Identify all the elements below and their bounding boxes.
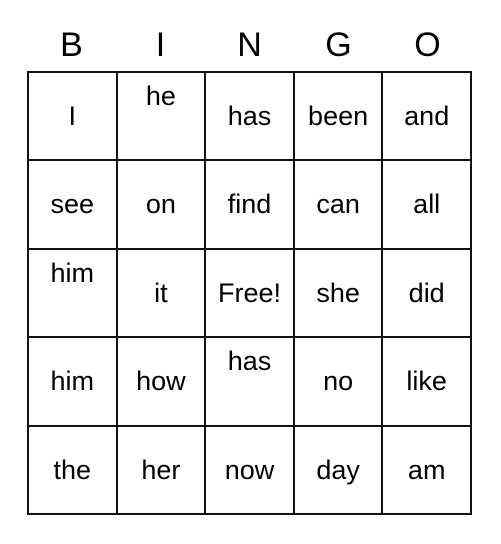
bingo-cell-label: has	[227, 346, 272, 377]
bingo-cell-label: he	[145, 81, 176, 111]
bingo-cell[interactable]: been	[294, 73, 384, 162]
bingo-cell[interactable]: how	[117, 338, 207, 427]
bingo-cell-label: day	[316, 454, 360, 485]
bingo-cell-label: did	[408, 277, 445, 308]
bingo-header-letter-b: B	[60, 26, 83, 64]
bingo-cell[interactable]: him	[29, 249, 118, 339]
bingo-cell[interactable]: it	[117, 249, 207, 339]
bingo-cell-label: now	[224, 454, 275, 485]
bingo-cell[interactable]: and	[383, 73, 472, 162]
bingo-cell-label: how	[136, 366, 186, 397]
bingo-card: B I N G O Ihe has been and see on find can all hi…	[0, 0, 501, 544]
bingo-cell[interactable]: all	[383, 161, 472, 250]
bingo-cell-label: she	[316, 277, 360, 308]
bingo-cell-label: and	[404, 101, 450, 132]
bingo-cell[interactable]: on	[117, 161, 207, 250]
bingo-header-letter-n: N	[237, 26, 262, 64]
bingo-cell-label: been	[308, 101, 369, 132]
bingo-cell-label: no	[323, 366, 354, 397]
bingo-cell[interactable]: am	[383, 426, 472, 515]
bingo-cell[interactable]: like	[383, 338, 472, 427]
bingo-cell[interactable]: no	[294, 338, 384, 427]
bingo-cell[interactable]: find	[206, 161, 295, 250]
bingo-header-letter-i: I	[155, 26, 166, 64]
bingo-cell[interactable]: her	[117, 426, 207, 515]
bingo-cell[interactable]: him	[29, 338, 118, 427]
bingo-cell[interactable]: has	[206, 338, 295, 427]
bingo-cell-label: him	[50, 257, 95, 288]
bingo-grid: Ihe has been and see on find can all him it Free! sh…	[27, 71, 472, 515]
bingo-cell[interactable]: day	[294, 426, 384, 515]
bingo-cell-label: am	[407, 454, 446, 485]
bingo-cell[interactable]: has	[206, 73, 295, 162]
bingo-cell[interactable]: did	[383, 249, 472, 339]
bingo-cell-label: on	[145, 189, 176, 220]
bingo-cell[interactable]: she	[294, 249, 384, 339]
bingo-free-space-cell[interactable]: Free!	[206, 249, 295, 339]
bingo-cell-label: can	[316, 189, 360, 220]
bingo-cell-label: her	[141, 454, 181, 485]
bingo-cell-label: it	[154, 277, 168, 308]
bingo-free-space-label: Free!	[217, 277, 281, 308]
bingo-cell[interactable]: I	[29, 73, 118, 162]
bingo-cell-label: has	[227, 101, 272, 132]
bingo-cell-label: all	[413, 189, 441, 220]
bingo-cell-label: him	[50, 366, 95, 397]
bingo-cell-label: like	[406, 366, 447, 397]
bingo-header-letter-o: O	[414, 26, 441, 64]
bingo-header-row: B I N G O	[27, 22, 472, 68]
bingo-cell[interactable]: the	[29, 426, 118, 515]
bingo-cell-label: see	[50, 189, 95, 220]
bingo-cell[interactable]: can	[294, 161, 384, 250]
bingo-header-letter-g: G	[325, 26, 352, 64]
bingo-cell[interactable]: he	[117, 73, 207, 162]
bingo-cell-label: find	[227, 189, 272, 220]
bingo-cell-label: I	[68, 101, 77, 132]
bingo-cell[interactable]: now	[206, 426, 295, 515]
bingo-cell-label: the	[53, 454, 92, 485]
bingo-cell[interactable]: see	[29, 161, 118, 250]
